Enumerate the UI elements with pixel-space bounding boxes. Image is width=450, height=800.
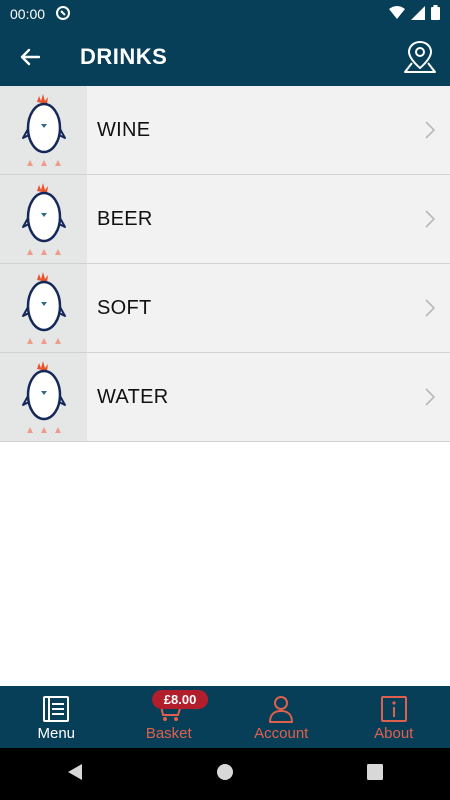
account-person-icon (269, 696, 294, 723)
nav-recents-icon[interactable] (367, 763, 384, 785)
category-thumbnail (0, 264, 87, 352)
tab-basket[interactable]: £8.00 Basket (113, 686, 226, 748)
status-bar: 00:00 (0, 0, 450, 28)
tab-label: Menu (37, 725, 76, 742)
nav-back-icon[interactable] (67, 763, 83, 786)
list-item-water[interactable]: WATER (0, 353, 450, 442)
info-icon (380, 696, 407, 722)
category-thumbnail (0, 86, 87, 174)
list-item-beer[interactable]: BEER (0, 175, 450, 264)
list-item-label: WINE (97, 118, 151, 141)
tab-account[interactable]: Account (225, 686, 338, 748)
store-location-button[interactable] (390, 28, 450, 86)
chicken-mascot-icon (21, 94, 66, 166)
chicken-mascot-icon (21, 361, 66, 433)
chicken-mascot-icon (21, 183, 66, 255)
tab-menu[interactable]: Menu (0, 686, 113, 748)
list-item-label: SOFT (97, 296, 152, 319)
chevron-right-icon (410, 388, 450, 406)
bottom-tab-bar: Menu £8.00 Basket Account About (0, 686, 450, 748)
map-pin-icon (404, 40, 436, 73)
category-thumbnail (0, 353, 87, 441)
basket-total-badge: £8.00 (151, 690, 209, 709)
tab-label: Account (254, 725, 309, 742)
nav-home-icon[interactable] (216, 763, 234, 786)
app-bar: DRINKS (0, 28, 450, 86)
back-button[interactable] (0, 28, 60, 86)
tab-about[interactable]: About (338, 686, 450, 748)
sync-status-icon (55, 5, 71, 24)
signal-icon (411, 5, 425, 23)
wifi-icon (389, 5, 405, 23)
chevron-right-icon (410, 299, 450, 317)
arrow-back-icon (20, 48, 40, 66)
list-item-soft[interactable]: SOFT (0, 264, 450, 353)
list-item-wine[interactable]: WINE (0, 86, 450, 175)
drinks-category-list: WINE BEER SOFT WATER (0, 86, 450, 442)
chevron-right-icon (410, 210, 450, 228)
list-item-label: WATER (97, 385, 169, 408)
tab-label: Basket (145, 725, 192, 742)
menu-book-icon (43, 696, 70, 722)
system-navigation-bar (0, 748, 450, 800)
category-thumbnail (0, 175, 87, 263)
chevron-right-icon (410, 121, 450, 139)
battery-icon (431, 5, 440, 23)
page-title: DRINKS (80, 44, 168, 69)
list-item-label: BEER (97, 207, 153, 230)
chicken-mascot-icon (21, 272, 66, 344)
status-time: 00:00 (10, 6, 46, 22)
tab-label: About (374, 725, 414, 742)
